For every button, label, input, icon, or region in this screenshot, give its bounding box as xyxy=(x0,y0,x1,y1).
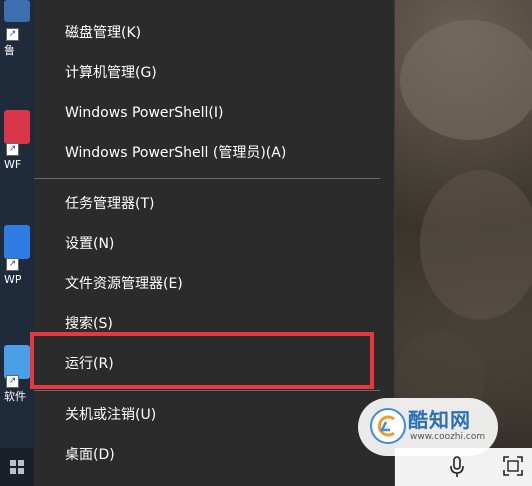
winx-context-menu: 磁盘管理(K) 计算机管理(G) Windows PowerShell(I) W… xyxy=(34,0,395,486)
menu-item-task-manager[interactable]: 任务管理器(T) xyxy=(34,184,394,224)
watermark-name: 酷知网 xyxy=(408,408,471,432)
menu-item-desktop[interactable]: 桌面(D) xyxy=(34,435,394,475)
desktop-app-icon[interactable] xyxy=(4,225,30,259)
menu-item-file-explorer[interactable]: 文件资源管理器(E) xyxy=(34,264,394,304)
desktop-icon-label[interactable]: 鲁 xyxy=(4,42,15,58)
menu-item-powershell[interactable]: Windows PowerShell(I) xyxy=(34,93,394,133)
desktop-app-icon[interactable] xyxy=(4,110,30,144)
menu-item-shutdown-signout[interactable]: 关机或注销(U) xyxy=(34,395,394,435)
menu-item-powershell-admin[interactable]: Windows PowerShell (管理员)(A) xyxy=(34,133,394,173)
coozhi-logo-icon xyxy=(370,408,406,444)
desktop-app-icon[interactable] xyxy=(4,345,30,379)
menu-separator xyxy=(34,390,380,391)
desktop-icon-label[interactable]: WF xyxy=(4,158,21,171)
shortcut-arrow-icon: ↗ xyxy=(6,258,19,271)
menu-separator xyxy=(34,178,380,179)
shortcut-arrow-icon: ↗ xyxy=(6,143,19,156)
shortcut-arrow-icon: ↗ xyxy=(6,375,19,388)
run-highlight-box xyxy=(30,332,374,389)
rock-texture xyxy=(400,20,532,140)
watermark-url: www.coozhi.com xyxy=(410,432,486,442)
windows-start-icon[interactable] xyxy=(10,460,24,474)
menu-item-settings[interactable]: 设置(N) xyxy=(34,224,394,264)
menu-item-computer-management[interactable]: 计算机管理(G) xyxy=(34,53,394,93)
rock-texture xyxy=(420,170,532,320)
desktop-app-icon[interactable] xyxy=(4,0,30,22)
desktop-icon-label[interactable]: WP xyxy=(4,273,22,286)
shortcut-arrow-icon: ↗ xyxy=(6,28,19,41)
watermark: 酷知网 www.coozhi.com xyxy=(358,398,508,462)
menu-item-disk-management[interactable]: 磁盘管理(K) xyxy=(34,13,394,53)
desktop-icon-label[interactable]: 软件 xyxy=(4,388,26,404)
